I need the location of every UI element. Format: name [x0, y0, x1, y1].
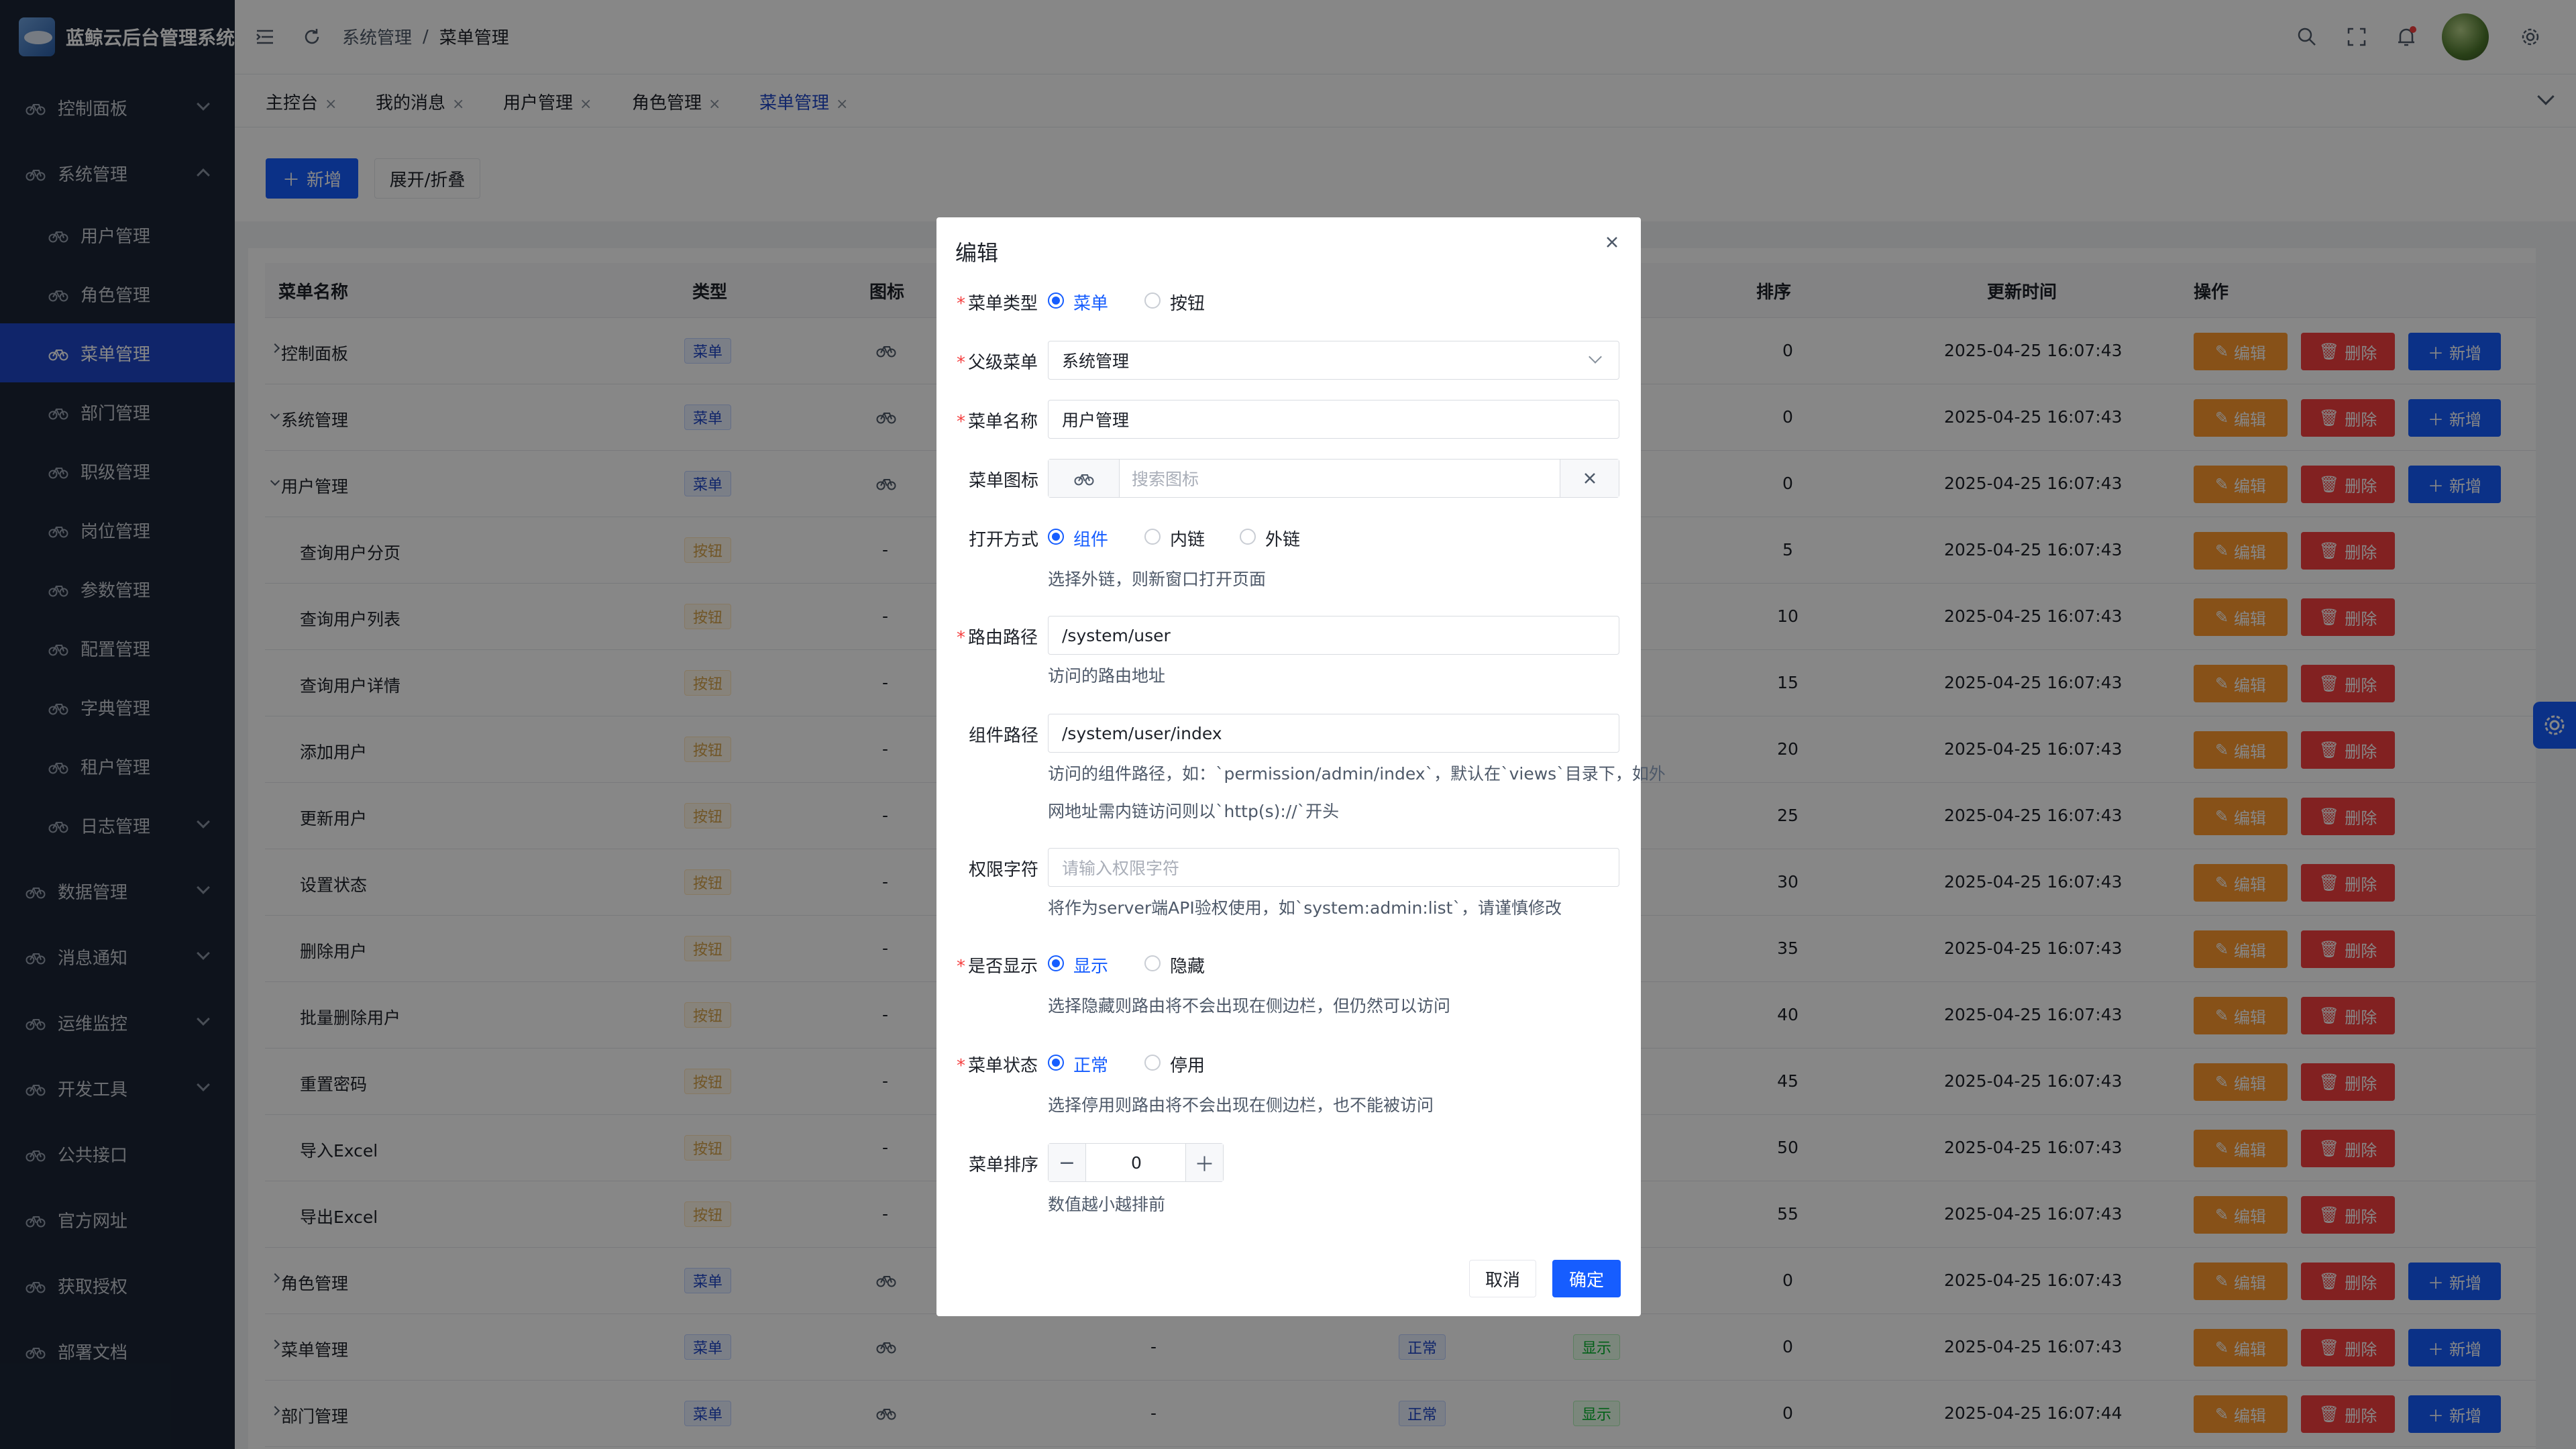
radio-menu-label: 菜单 [1073, 294, 1109, 314]
component-path-input[interactable]: /system/user/index [1048, 714, 1619, 753]
menu-name-input[interactable]: 用户管理 [1048, 400, 1619, 439]
clear-icon[interactable] [1560, 460, 1619, 497]
radio-button[interactable] [1144, 292, 1161, 309]
radio-component[interactable] [1048, 529, 1064, 545]
radio-show[interactable] [1048, 955, 1064, 971]
radio-show-label: 显示 [1073, 957, 1109, 977]
radio-hide[interactable] [1144, 955, 1161, 971]
parent-menu-select[interactable]: 系统管理 [1048, 341, 1619, 380]
route-path-value: /system/user [1062, 625, 1171, 645]
permission-label: 权限字符 [969, 860, 1039, 880]
menu-name-value: 用户管理 [1062, 411, 1130, 430]
close-icon[interactable] [1602, 232, 1622, 252]
visible-help: 选择隐藏则路由将不会出现在侧边栏，但仍然可以访问 [1048, 996, 1451, 1016]
sort-help: 数值越小越排前 [1048, 1195, 1166, 1214]
radio-component-label: 组件 [1073, 530, 1109, 550]
minus-icon[interactable]: − [1049, 1144, 1086, 1181]
route-path-input[interactable]: /system/user [1048, 616, 1619, 655]
chevron-down-icon [1589, 350, 1602, 364]
icon-search-placeholder: 搜索图标 [1132, 470, 1199, 489]
route-path-help: 访问的路由地址 [1048, 666, 1166, 686]
permission-placeholder: 请输入权限字符 [1062, 859, 1180, 878]
visible-label: * 是否显示 [957, 957, 1038, 977]
status-label: * 菜单状态 [957, 1056, 1038, 1076]
component-path-help-1: 访问的组件路径，如：`permission/admin/index`，默认在`v… [1048, 764, 1666, 784]
bike-icon [1049, 460, 1120, 497]
sort-label: 菜单排序 [969, 1155, 1039, 1175]
menu-type-label: * 菜单类型 [957, 294, 1038, 314]
permission-input[interactable]: 请输入权限字符 [1048, 848, 1619, 887]
component-path-label: 组件路径 [969, 726, 1039, 746]
radio-hide-label: 隐藏 [1170, 957, 1205, 977]
radio-external-link-label: 外链 [1265, 530, 1301, 550]
icon-search-field[interactable]: 搜索图标 [1048, 459, 1619, 498]
parent-menu-label: * 父级菜单 [957, 353, 1038, 373]
cancel-button[interactable]: 取消 [1469, 1260, 1536, 1297]
menu-icon-label: 菜单图标 [969, 471, 1039, 491]
radio-external-link[interactable] [1240, 529, 1256, 545]
component-path-help-2: 网地址需内链访问则以`http(s)://`开头 [1048, 802, 1340, 821]
radio-inner-link-label: 内链 [1170, 530, 1205, 550]
sort-stepper[interactable]: − 0 ＋ [1048, 1143, 1224, 1182]
radio-inner-link[interactable] [1144, 529, 1161, 545]
route-path-label: * 路由路径 [957, 628, 1038, 648]
permission-help: 将作为server端API验权使用，如`system:admin:list`，请… [1048, 898, 1562, 918]
radio-button-label: 按钮 [1170, 294, 1205, 314]
parent-menu-value: 系统管理 [1062, 352, 1130, 371]
plus-icon[interactable]: ＋ [1185, 1144, 1223, 1181]
radio-menu[interactable] [1048, 292, 1064, 309]
radio-disabled-label: 停用 [1170, 1056, 1205, 1076]
component-path-value: /system/user/index [1062, 723, 1222, 743]
open-mode-help: 选择外链，则新窗口打开页面 [1048, 570, 1267, 589]
radio-normal[interactable] [1048, 1055, 1064, 1071]
edit-menu-dialog: 编辑 * 菜单类型 菜单 按钮 * 父级菜单 系统管理 * 菜单名称 用户管理 菜单图… [936, 217, 1666, 1316]
dialog-title: 编辑 [955, 240, 999, 266]
radio-disabled[interactable] [1144, 1055, 1161, 1071]
open-mode-label: 打开方式 [969, 530, 1039, 550]
radio-normal-label: 正常 [1073, 1056, 1109, 1076]
status-help: 选择停用则路由将不会出现在侧边栏，也不能被访问 [1048, 1095, 1434, 1115]
confirm-button[interactable]: 确定 [1552, 1260, 1621, 1297]
menu-name-label: * 菜单名称 [957, 412, 1038, 432]
sort-value[interactable]: 0 [1086, 1144, 1187, 1181]
